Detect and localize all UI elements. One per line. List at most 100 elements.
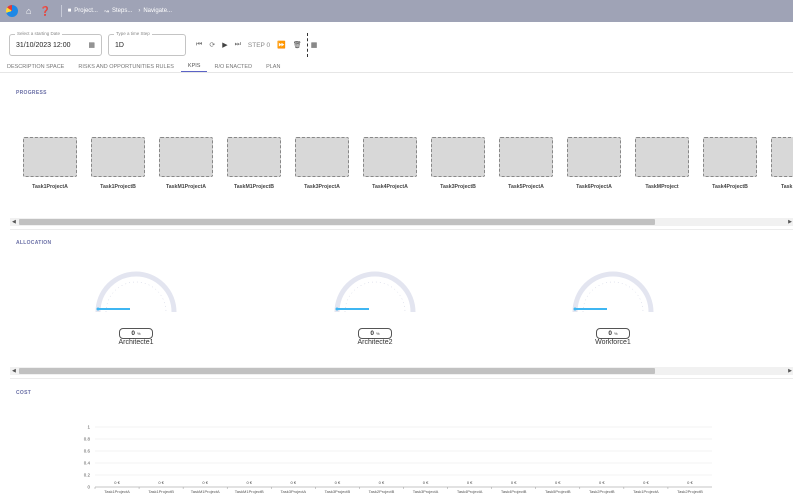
allocation-scrollbar[interactable]: ◀ ▶ — [10, 367, 793, 375]
x-tick-label: Task3ProjectB — [325, 489, 351, 494]
allocation-section-title: ALLOCATION — [16, 240, 52, 246]
progress-tile — [771, 137, 793, 177]
y-tick-label: 0 — [87, 485, 90, 490]
bar-value-label: 0 € — [335, 480, 341, 485]
gauge-architecte1: 0% Architecte1 — [92, 266, 182, 348]
progress-tile — [703, 137, 757, 177]
timeline-marker — [306, 33, 308, 57]
skip-next-icon[interactable]: ⏭ — [235, 41, 241, 49]
gauge-value-box: 0% — [358, 328, 392, 339]
progress-item[interactable]: Task4ProjectA — [363, 137, 417, 190]
step-counter: STEP 0 — [247, 41, 271, 49]
bar-value-label: 0 € — [511, 480, 517, 485]
progress-tile — [23, 137, 77, 177]
scrollbar-thumb[interactable] — [19, 368, 655, 374]
progress-item[interactable]: Task6ProjectA — [567, 137, 621, 190]
gauge-architecte2: 0% Architecte2 — [331, 266, 421, 348]
trend-icon: ↝ — [103, 8, 109, 15]
skip-start-icon[interactable]: ⏮ — [196, 41, 202, 49]
gauge-workforce1: 0% Workforce1 — [569, 266, 659, 348]
tab-description-space[interactable]: DESCRIPTION SPACE — [0, 61, 71, 72]
fast-forward-icon[interactable]: ⏩ — [277, 41, 286, 49]
x-tick-label: Task1ProjectA — [104, 489, 130, 494]
progress-tile — [567, 137, 621, 177]
y-tick-label: 0.2 — [84, 473, 91, 478]
progress-item[interactable]: TaskM1ProjectA — [159, 137, 213, 190]
bar-value-label: 0 € — [246, 480, 252, 485]
section-divider — [10, 378, 793, 379]
crumb-project[interactable]: ■ Project... — [68, 8, 98, 14]
tab-kpis[interactable]: KPIS — [180, 61, 208, 72]
section-divider — [10, 229, 793, 230]
progress-tile — [91, 137, 145, 177]
gauge-label: Workforce1 — [595, 339, 631, 346]
bar-value-label: 0 € — [291, 480, 297, 485]
bar-value-label: 0 € — [599, 480, 605, 485]
calendar-icon[interactable]: ▦ — [88, 41, 95, 49]
replay-icon[interactable]: ⟳ — [209, 41, 215, 49]
x-tick-label: TaskM1ProjectB — [235, 489, 264, 494]
scroll-right-icon[interactable]: ▶ — [788, 219, 792, 225]
help-icon[interactable]: ❓ — [39, 6, 50, 17]
trash-icon[interactable]: 🗑 — [293, 41, 302, 49]
tab-ro-enacted[interactable]: R/O ENACTED — [207, 61, 259, 72]
progress-item[interactable]: TaskMProject — [635, 137, 689, 190]
progress-item[interactable]: Task1ProjectB — [91, 137, 145, 190]
toolbar-divider — [60, 5, 62, 17]
bar-value-label: 0 € — [114, 480, 120, 485]
scroll-left-icon[interactable]: ◀ — [12, 219, 16, 225]
gauge-dial — [95, 271, 177, 313]
start-date-field[interactable]: Select a starting Date 31/10/2023 12:00 … — [9, 31, 102, 56]
bar-value-label: 0 € — [423, 480, 429, 485]
progress-tile — [295, 137, 349, 177]
home-icon[interactable]: ⌂ — [26, 6, 31, 16]
progress-tile — [499, 137, 553, 177]
progress-item[interactable]: Task5ProjectA — [499, 137, 553, 190]
x-tick-label: Task5ProjectB — [545, 489, 571, 494]
progress-item[interactable]: Task3ProjectA — [295, 137, 349, 190]
play-icon[interactable]: ▶ — [222, 41, 227, 49]
bar-value-label: 0 € — [555, 480, 561, 485]
x-tick-label: Task4ProjectB — [501, 489, 527, 494]
tab-risks-rules[interactable]: RISKS AND OPPORTUNITIES RULES — [71, 61, 181, 72]
x-tick-label: Task2ProjectB — [369, 489, 395, 494]
bar-value-label: 0 € — [158, 480, 164, 485]
scroll-left-icon[interactable]: ◀ — [12, 368, 16, 374]
progress-tile — [227, 137, 281, 177]
progress-item[interactable]: Task — [771, 137, 793, 190]
tab-plan[interactable]: PLAN — [259, 61, 287, 72]
bar-value-label: 0 € — [202, 480, 208, 485]
scrollbar-thumb[interactable] — [19, 219, 655, 225]
x-tick-label: Task4ProjectA — [457, 489, 483, 494]
x-tick-label: TaskM1ProjectA — [191, 489, 220, 494]
time-step-field[interactable]: Type a time Step 1D — [108, 31, 186, 56]
progress-item[interactable]: TaskM1ProjectB — [227, 137, 281, 190]
progress-tile — [635, 137, 689, 177]
progress-tile — [159, 137, 213, 177]
progress-tile — [363, 137, 417, 177]
progress-item[interactable]: Task3ProjectB — [431, 137, 485, 190]
x-tick-label: Task1ProjectB — [148, 489, 174, 494]
x-tick-label: Task3ProjectA — [413, 489, 439, 494]
y-tick-label: 0.4 — [84, 461, 91, 466]
gauge-label: Architecte2 — [357, 339, 393, 346]
crumb-navigate[interactable]: › Navigate... — [138, 8, 172, 14]
crumb-steps[interactable]: ↝ Steps... — [104, 8, 132, 15]
x-tick-label: Task1ProjectA — [633, 489, 659, 494]
tab-bar: DESCRIPTION SPACE RISKS AND OPPORTUNITIE… — [0, 61, 793, 73]
scroll-right-icon[interactable]: ▶ — [788, 368, 792, 374]
bar-value-label: 0 € — [687, 480, 693, 485]
folder-icon: ■ — [67, 8, 72, 14]
calendar-icon[interactable]: ▦ — [311, 41, 318, 49]
bar-value-label: 0 € — [643, 480, 649, 485]
progress-section-title: PROGRESS — [16, 90, 47, 96]
app-logo[interactable] — [6, 5, 18, 17]
bar-value-label: 0 € — [467, 480, 473, 485]
progress-item[interactable]: Task4ProjectB — [703, 137, 757, 190]
chevron-right-icon: › — [138, 8, 141, 14]
y-tick-label: 0.8 — [84, 437, 91, 442]
y-tick-label: 0.6 — [84, 449, 91, 454]
progress-scrollbar[interactable]: ◀ ▶ — [10, 218, 793, 226]
top-bar: ⌂ ❓ ■ Project... ↝ Steps... › Navigate..… — [0, 0, 793, 22]
progress-item[interactable]: Task1ProjectA — [23, 137, 77, 190]
